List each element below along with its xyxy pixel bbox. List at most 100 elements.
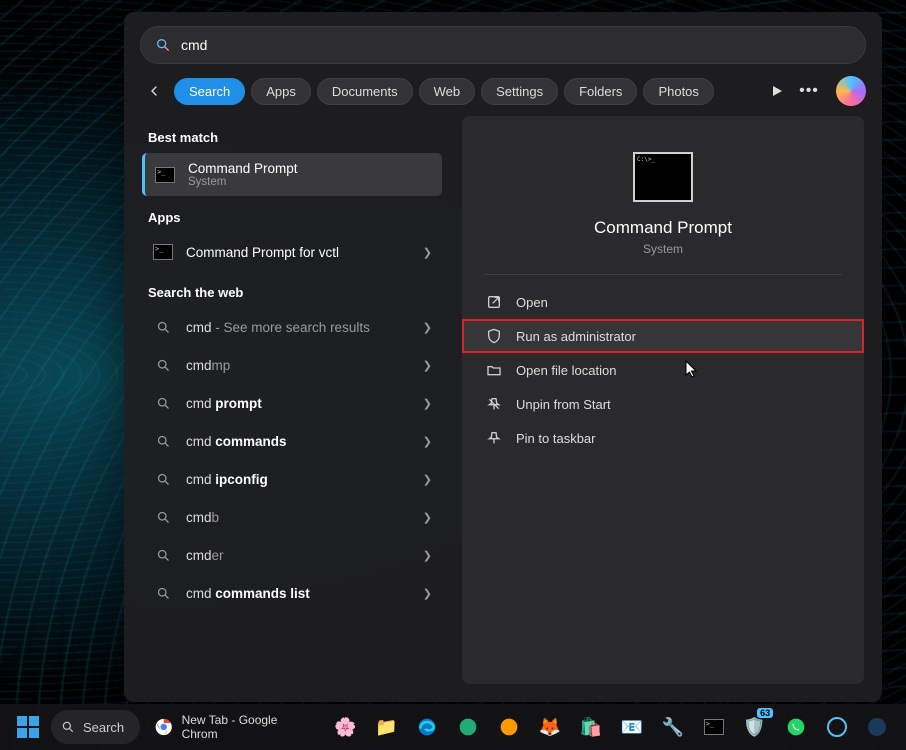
more-button[interactable]: •••	[796, 78, 822, 104]
result-title: cmdb	[186, 510, 417, 525]
taskbar-explorer[interactable]: 📁	[368, 708, 405, 746]
result-title: Command Prompt for vctl	[186, 245, 417, 260]
taskbar-firefox[interactable]: 🦊	[531, 708, 568, 746]
search-icon	[152, 430, 174, 452]
back-button[interactable]	[140, 77, 168, 105]
search-icon	[152, 582, 174, 604]
chevron-right-icon: ❯	[423, 587, 432, 600]
taskbar: Search New Tab - Google Chrom 🌸 📁 🦊 🛍️ 📧…	[0, 704, 906, 750]
web-result-item[interactable]: cmd commands ❯	[142, 422, 442, 460]
play-button[interactable]	[764, 78, 790, 104]
tab-search[interactable]: Search	[174, 78, 245, 105]
action-open[interactable]: Open	[462, 285, 864, 319]
copilot-button[interactable]	[836, 76, 866, 106]
web-result-item[interactable]: cmder ❯	[142, 536, 442, 574]
web-result-item[interactable]: cmd ipconfig ❯	[142, 460, 442, 498]
taskbar-app-blue[interactable]	[818, 708, 855, 746]
taskbar-app-chat[interactable]	[859, 708, 896, 746]
start-button[interactable]	[10, 708, 47, 746]
start-search-panel: Search Apps Documents Web Settings Folde…	[124, 12, 882, 702]
search-bar[interactable]	[140, 26, 866, 64]
taskbar-edge[interactable]	[409, 708, 446, 746]
search-icon	[61, 720, 75, 734]
edge-dev-icon	[458, 717, 478, 737]
tab-row: Search Apps Documents Web Settings Folde…	[124, 76, 882, 116]
result-subtitle: System	[188, 176, 432, 188]
search-icon	[152, 392, 174, 414]
preview-subtitle: System	[462, 242, 864, 256]
search-icon	[152, 354, 174, 376]
result-title: cmd ipconfig	[186, 472, 417, 487]
tab-documents[interactable]: Documents	[317, 78, 413, 105]
tab-folders[interactable]: Folders	[564, 78, 637, 105]
shield-icon: 🛡️	[743, 717, 765, 738]
web-result-item[interactable]: cmd - See more search results ❯	[142, 308, 442, 346]
taskbar-search[interactable]: Search	[51, 710, 140, 744]
result-title: cmdmp	[186, 358, 417, 373]
shield-icon	[486, 328, 502, 344]
taskbar-window-title: New Tab - Google Chrom	[182, 713, 313, 741]
flower-icon: 🌸	[334, 717, 356, 738]
result-title: cmd commands	[186, 434, 417, 449]
cmd-app-icon	[152, 241, 174, 263]
result-title: cmd prompt	[186, 396, 417, 411]
preview-title: Command Prompt	[462, 218, 864, 238]
edge-canary-icon	[499, 717, 519, 737]
taskbar-tool[interactable]: 🔧	[654, 708, 691, 746]
tab-photos[interactable]: Photos	[643, 78, 713, 105]
taskbar-security[interactable]: 🛡️ 63	[736, 708, 773, 746]
chevron-right-icon: ❯	[423, 435, 432, 448]
taskbar-store[interactable]: 🛍️	[572, 708, 609, 746]
action-label: Pin to taskbar	[516, 431, 596, 446]
action-folder[interactable]: Open file location	[462, 353, 864, 387]
taskbar-search-label: Search	[83, 720, 124, 735]
web-result-item[interactable]: cmd commands list ❯	[142, 574, 442, 612]
web-result-item[interactable]: cmd prompt ❯	[142, 384, 442, 422]
action-label: Open	[516, 295, 548, 310]
terminal-icon	[704, 719, 724, 735]
folder-icon	[486, 362, 502, 378]
web-result-item[interactable]: cmdmp ❯	[142, 346, 442, 384]
open-icon	[486, 294, 502, 310]
search-icon	[152, 468, 174, 490]
folder-icon: 📁	[375, 717, 397, 738]
taskbar-chrome[interactable]: New Tab - Google Chrom	[144, 708, 323, 746]
search-icon	[152, 316, 174, 338]
results-column: Best match Command Prompt System Apps Co…	[142, 116, 442, 684]
chevron-right-icon: ❯	[423, 321, 432, 334]
divider	[484, 274, 842, 275]
search-icon	[152, 506, 174, 528]
tab-settings[interactable]: Settings	[481, 78, 558, 105]
action-unpin[interactable]: Unpin from Start	[462, 387, 864, 421]
search-icon	[155, 37, 171, 53]
result-title: cmd commands list	[186, 586, 417, 601]
badge-count: 63	[757, 708, 773, 718]
result-title: cmd - See more search results	[186, 320, 417, 335]
app-result-item[interactable]: Command Prompt for vctl ❯	[142, 233, 442, 271]
taskbar-terminal[interactable]	[695, 708, 732, 746]
action-label: Open file location	[516, 363, 616, 378]
taskbar-edge-dev[interactable]	[450, 708, 487, 746]
taskbar-app-flower[interactable]: 🌸	[327, 708, 364, 746]
search-icon	[152, 544, 174, 566]
arrow-left-icon	[146, 83, 162, 99]
chevron-right-icon: ❯	[423, 246, 432, 259]
action-label: Run as administrator	[516, 329, 636, 344]
taskbar-edge-canary[interactable]	[491, 708, 528, 746]
best-match-item[interactable]: Command Prompt System	[142, 153, 442, 196]
action-pin[interactable]: Pin to taskbar	[462, 421, 864, 455]
web-result-item[interactable]: cmdb ❯	[142, 498, 442, 536]
best-match-label: Best match	[148, 130, 442, 145]
taskbar-whatsapp[interactable]	[777, 708, 814, 746]
mail-icon: 📧	[621, 717, 643, 738]
chevron-right-icon: ❯	[423, 473, 432, 486]
taskbar-mail[interactable]: 📧	[613, 708, 650, 746]
action-shield[interactable]: Run as administrator	[462, 319, 864, 353]
result-title: Command Prompt	[188, 161, 432, 176]
tab-web[interactable]: Web	[419, 78, 476, 105]
action-label: Unpin from Start	[516, 397, 611, 412]
tab-apps[interactable]: Apps	[251, 78, 311, 105]
store-icon: 🛍️	[580, 717, 602, 738]
search-input[interactable]	[181, 37, 851, 53]
cmd-app-icon	[154, 164, 176, 186]
